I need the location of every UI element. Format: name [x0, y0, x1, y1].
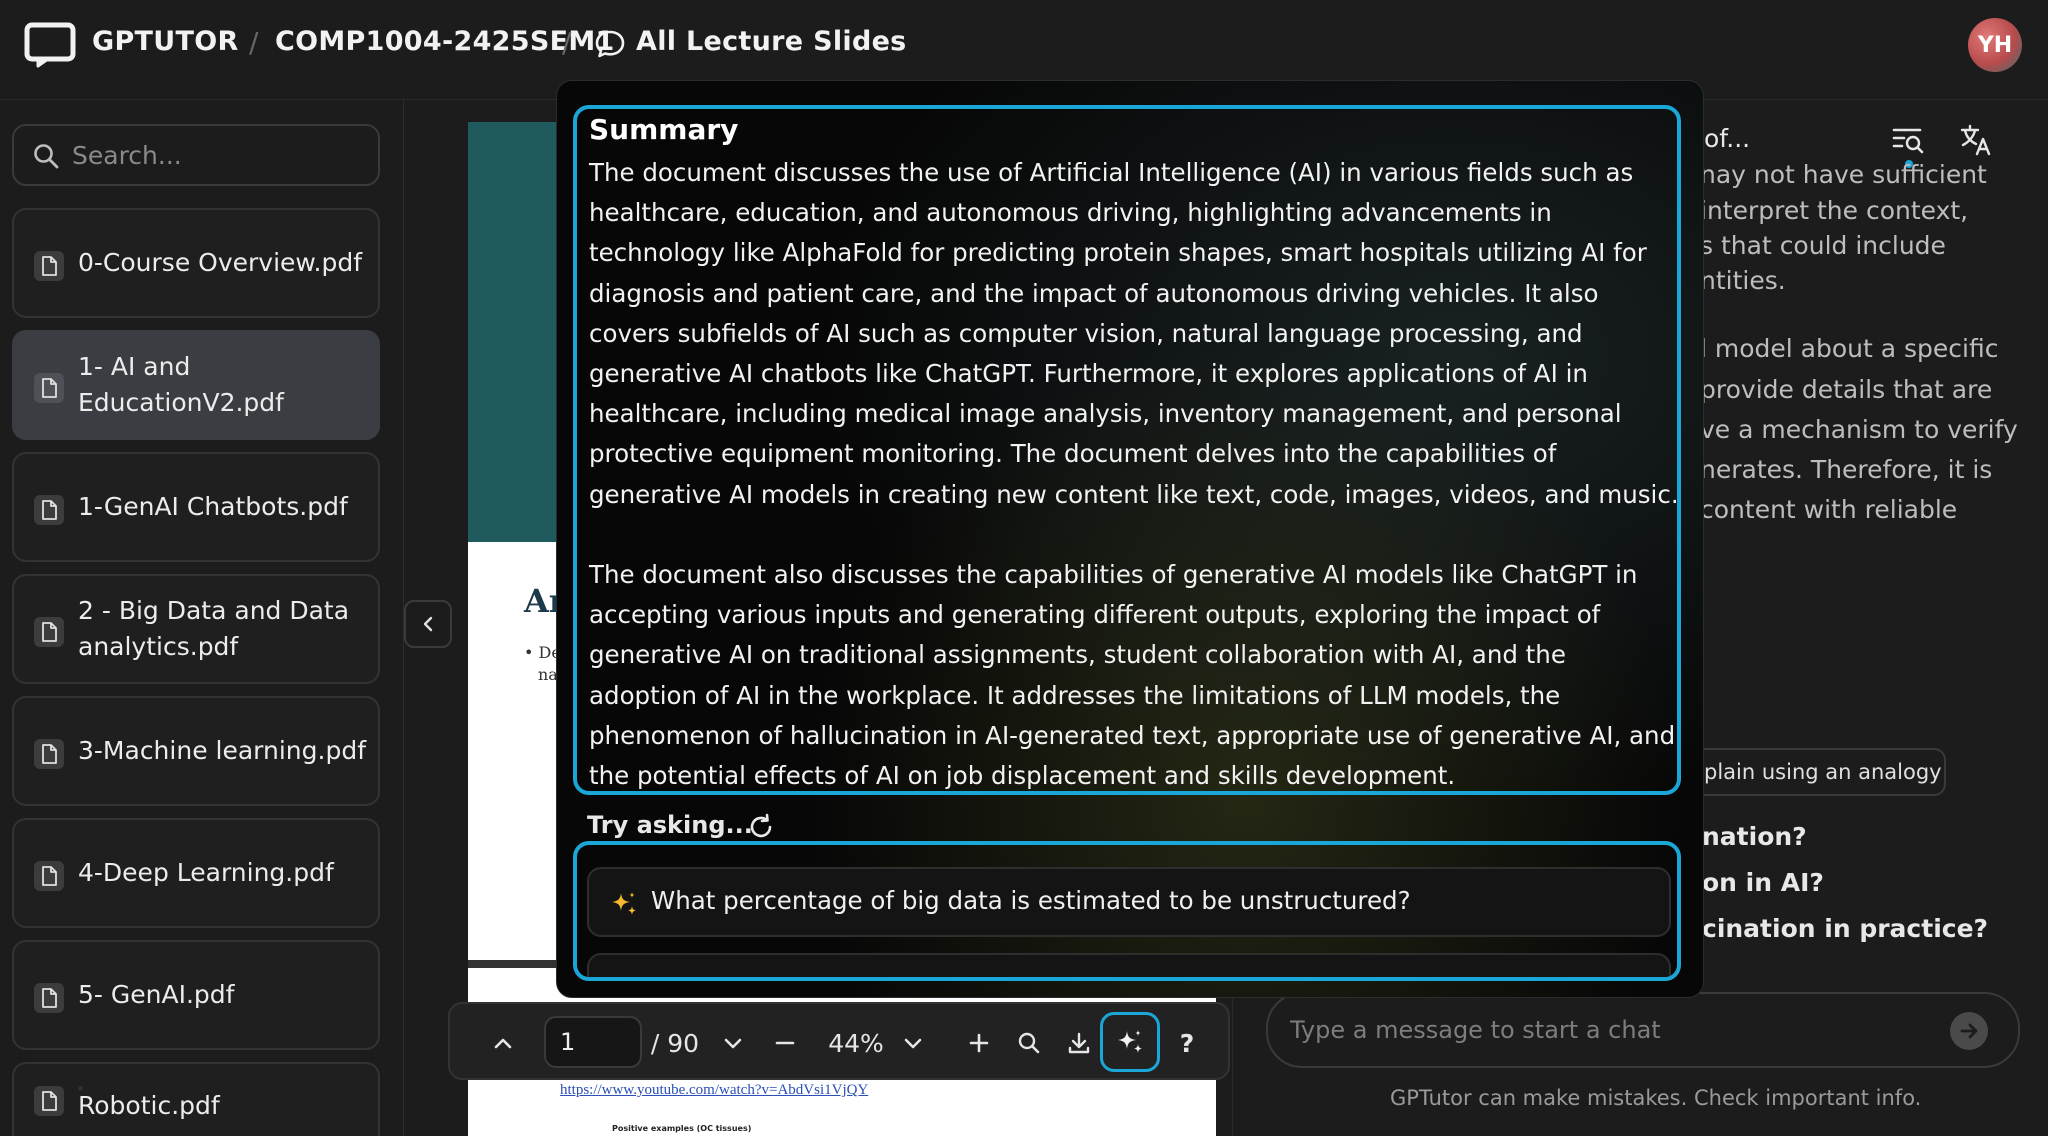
search-icon: [34, 144, 59, 169]
file-item[interactable]: 3-Machine learning.pdf: [12, 696, 380, 806]
chevron-left-icon: [423, 616, 433, 632]
suggestions-section: What percentage of big data is estimated…: [573, 841, 1681, 981]
summary-section: Summary The document discusses the use o…: [573, 105, 1681, 795]
chat-message-line: nerates. Therefore, it is: [1700, 455, 1993, 484]
file-label: 5- GenAI.pdf: [78, 980, 235, 1009]
arrow-right-icon: [1960, 1023, 1978, 1039]
suggested-question[interactable]: nation?: [1702, 822, 1807, 851]
message-input[interactable]: [1290, 1008, 1930, 1052]
file-item[interactable]: Robotic.pdf: [12, 1062, 380, 1136]
pdf-youtube-link[interactable]: https://www.youtube.com/watch?v=AbdVsi1V…: [560, 1082, 868, 1099]
file-icon: [34, 861, 64, 891]
pdf-slide-bullet: na: [538, 665, 558, 684]
summary-title: Summary: [589, 113, 739, 146]
help-button[interactable]: ?: [1172, 1023, 1202, 1063]
chat-message-line: s that could include: [1700, 231, 1946, 260]
summary-popup: Summary The document discusses the use o…: [556, 80, 1704, 998]
sparkle-icon: [1118, 1030, 1142, 1053]
disclaimer-text: GPTutor can make mistakes. Check importa…: [1390, 1086, 1922, 1110]
pdf-toolbar: 1 / 90 44% ?: [448, 1002, 1230, 1080]
file-item[interactable]: 2 - Big Data and Data analytics.pdf: [12, 574, 380, 684]
file-label: 4-Deep Learning.pdf: [78, 858, 334, 887]
zoom-dropdown-button[interactable]: [898, 1023, 928, 1063]
suggestion-text: What percentage of big data is estimated…: [651, 886, 1411, 915]
summary-paragraph: The document also discusses the capabili…: [589, 560, 1676, 791]
chat-message-line: nay not have sufficient: [1700, 160, 1987, 189]
try-asking-label: Try asking...: [587, 811, 753, 839]
pdf-small-caption: Positive examples (OC tissues): [612, 1124, 752, 1133]
explain-analogy-chip[interactable]: plain using an analogy: [1690, 748, 1946, 796]
translate-icon[interactable]: [1958, 122, 1994, 158]
chat-bubble-icon: [595, 30, 625, 58]
file-sidebar: 0-Course Overview.pdf 1- AI and Educatio…: [0, 100, 404, 1136]
suggestion-item[interactable]: [587, 953, 1671, 977]
zoom-level: 44%: [828, 1028, 884, 1058]
user-avatar[interactable]: YH: [1968, 18, 2022, 72]
file-item[interactable]: 0-Course Overview.pdf: [12, 208, 380, 318]
suggestion-item[interactable]: What percentage of big data is estimated…: [587, 867, 1671, 937]
chat-message-line: l model about a specific: [1700, 334, 1999, 363]
plus-icon: [969, 1033, 989, 1053]
minus-icon: [775, 1041, 795, 1045]
file-item-active[interactable]: 1- AI and EducationV2.pdf: [12, 330, 380, 440]
send-button[interactable]: [1950, 1012, 1988, 1050]
chat-header-title: of...: [1704, 124, 1751, 153]
page-number-input[interactable]: 1: [544, 1016, 642, 1068]
file-item[interactable]: 4-Deep Learning.pdf: [12, 818, 380, 928]
file-item[interactable]: 5- GenAI.pdf: [12, 940, 380, 1050]
file-label: 2 - Big Data and Data analytics.pdf: [78, 596, 350, 661]
search-box[interactable]: [12, 124, 380, 186]
zoom-out-button[interactable]: [770, 1023, 800, 1063]
download-button[interactable]: [1064, 1023, 1094, 1063]
chevron-down-icon: [724, 1038, 742, 1049]
download-icon: [1068, 1032, 1090, 1054]
breadcrumb-section[interactable]: All Lecture Slides: [636, 26, 907, 57]
collapse-sidebar-button[interactable]: [404, 600, 452, 648]
find-in-document-button[interactable]: [1014, 1023, 1044, 1063]
chat-message-line: ntities.: [1700, 266, 1786, 295]
file-icon: [34, 251, 64, 281]
summary-paragraph: The document discusses the use of Artifi…: [589, 158, 1679, 509]
file-icon: [34, 1086, 64, 1116]
total-pages: / 90: [650, 1028, 700, 1058]
file-icon: [34, 617, 64, 647]
file-label: Robotic.pdf: [78, 1091, 220, 1120]
file-item[interactable]: 1-GenAI Chatbots.pdf: [12, 452, 380, 562]
next-page-button[interactable]: [718, 1023, 748, 1063]
refresh-icon[interactable]: [747, 813, 775, 841]
search-input[interactable]: [72, 134, 362, 176]
suggested-question[interactable]: on in AI?: [1702, 868, 1824, 897]
chevron-up-icon: [494, 1038, 512, 1049]
previous-page-button[interactable]: [488, 1023, 518, 1063]
file-label: 0-Course Overview.pdf: [78, 248, 363, 277]
breadcrumb-separator: /: [249, 26, 259, 59]
chat-message-line: ve a mechanism to verify: [1700, 415, 2018, 444]
chat-message-line: provide details that are: [1700, 375, 1993, 404]
chevron-down-icon: [904, 1038, 922, 1049]
file-icon: [34, 373, 64, 403]
file-label: 1- AI and EducationV2.pdf: [78, 352, 284, 417]
suggested-question[interactable]: cination in practice?: [1702, 914, 1988, 943]
file-icon: [34, 983, 64, 1013]
file-icon: [34, 739, 64, 769]
chat-message-line: interpret the context,: [1700, 196, 1969, 225]
search-list-icon[interactable]: [1890, 122, 1926, 158]
sparkle-icon: [612, 892, 636, 915]
brand-logo-icon[interactable]: [24, 22, 76, 68]
file-label: 3-Machine learning.pdf: [78, 736, 367, 765]
file-icon: [34, 495, 64, 525]
chat-message-line: content with reliable: [1700, 495, 1958, 524]
brand-name[interactable]: GPTUTOR: [92, 26, 239, 57]
file-label: 1-GenAI Chatbots.pdf: [78, 492, 348, 521]
zoom-in-button[interactable]: [964, 1023, 994, 1063]
breadcrumb-separator: /: [562, 26, 572, 59]
ai-summary-button[interactable]: [1100, 1012, 1160, 1072]
search-icon: [1018, 1032, 1040, 1054]
message-box[interactable]: [1266, 992, 2020, 1068]
pdf-link-bullet: •: [76, 1080, 85, 1098]
